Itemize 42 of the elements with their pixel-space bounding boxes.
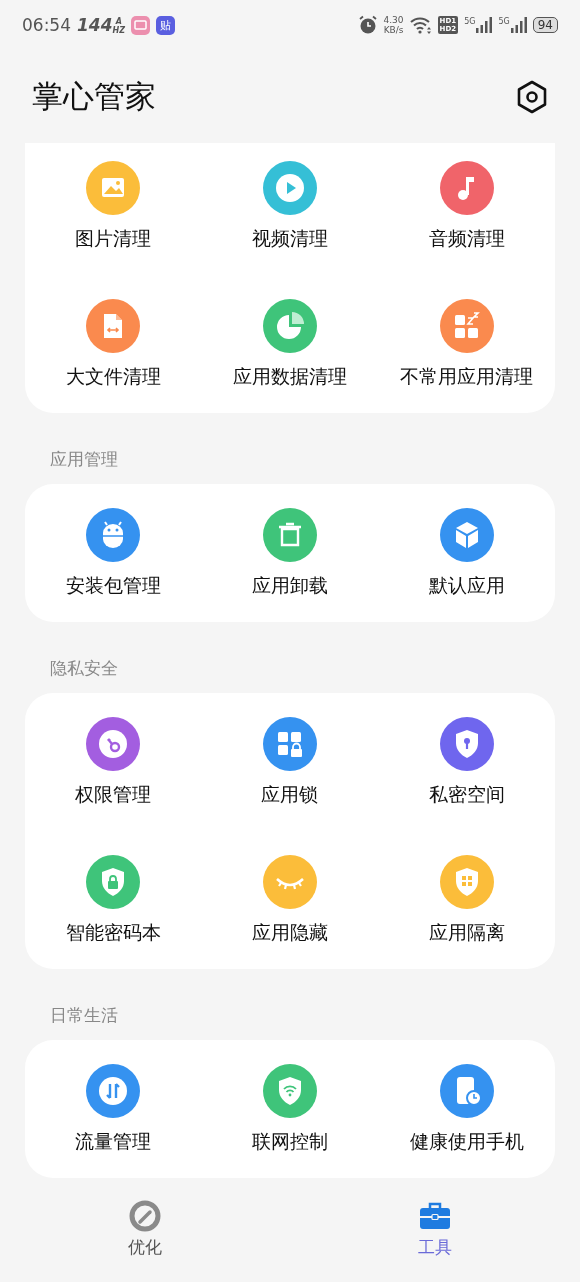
signal-icon: [510, 17, 527, 33]
refresh-unit: HZ: [112, 26, 125, 35]
tool-item[interactable]: 应用隔离: [428, 855, 505, 945]
tool-item[interactable]: 默认应用: [428, 508, 505, 598]
network-speed: 4.30: [383, 15, 404, 25]
section-title: 应用管理: [49, 448, 119, 471]
tool-item[interactable]: 权限管理: [75, 717, 152, 807]
section-title: 隐私安全: [49, 657, 119, 680]
clock-time: 06:54: [22, 15, 71, 35]
speed-unit: KB/s: [383, 25, 404, 35]
section-title: 日常生活: [49, 1004, 119, 1027]
app-notification-icon: [131, 15, 150, 35]
tool-item[interactable]: 安装包管理: [65, 508, 161, 598]
tool-item[interactable]: 应用锁: [261, 717, 319, 807]
tool-item[interactable]: 应用隐藏: [252, 855, 328, 945]
tool-item[interactable]: 联网控制: [252, 1064, 328, 1154]
app-title: 掌心管家: [32, 76, 156, 116]
gauge-icon: [129, 1200, 161, 1232]
app-notification-icon: 贴: [156, 15, 175, 35]
toolbox-icon: [419, 1200, 451, 1232]
signal-icon: [476, 17, 493, 33]
settings-button[interactable]: [516, 79, 548, 114]
wifi-icon: [409, 16, 432, 34]
nav-tab[interactable]: 工具: [290, 1200, 580, 1259]
tool-item[interactable]: 私密空间: [428, 717, 505, 807]
tool-item[interactable]: 图片清理: [75, 161, 152, 251]
refresh-rate: 144: [77, 15, 113, 35]
network-type: 5G: [498, 17, 510, 26]
tool-item[interactable]: 不常用应用清理: [400, 299, 534, 389]
tool-item[interactable]: 视频清理: [252, 161, 328, 251]
nav-tab[interactable]: 优化: [0, 1200, 290, 1259]
tool-item[interactable]: 音频清理: [428, 161, 505, 251]
tool-item[interactable]: 大文件清理: [65, 299, 161, 389]
tool-item[interactable]: 健康使用手机: [409, 1064, 524, 1154]
tool-item[interactable]: 应用卸载: [252, 508, 328, 598]
alarm-icon: [357, 15, 378, 35]
tool-item[interactable]: 应用数据清理: [233, 299, 347, 389]
battery-level: 94: [532, 17, 558, 33]
tool-item[interactable]: 流量管理: [75, 1064, 152, 1154]
network-type: 5G: [464, 17, 476, 26]
refresh-mode-label: A: [115, 17, 122, 26]
tool-item[interactable]: 智能密码本: [65, 855, 161, 945]
